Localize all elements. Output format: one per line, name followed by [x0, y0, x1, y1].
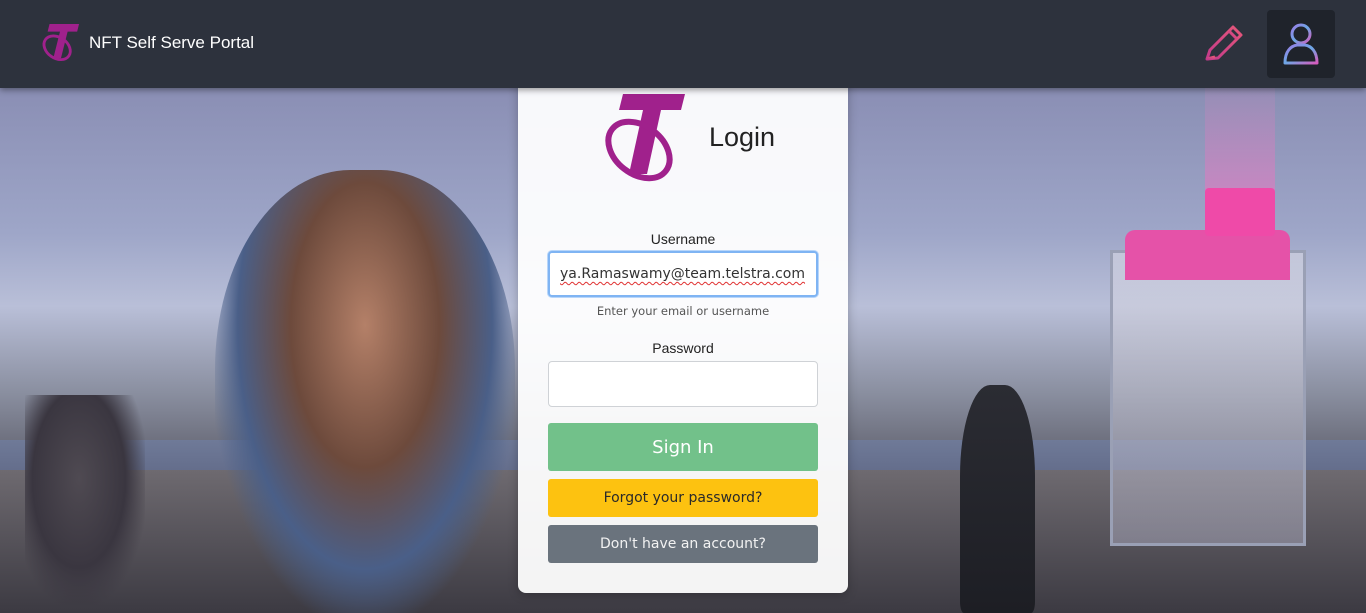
create-account-button[interactable]: Don't have an account? — [548, 525, 818, 563]
forgot-password-button[interactable]: Forgot your password? — [548, 479, 818, 517]
password-label: Password — [652, 340, 714, 356]
top-navbar: NFT Self Serve Portal — [0, 0, 1366, 88]
telstra-logo-icon — [42, 23, 80, 62]
username-hint: Enter your email or username — [596, 304, 770, 318]
background-man — [960, 385, 1035, 613]
username-value: ya.Ramaswamy@team.telstra.com — [560, 266, 806, 282]
background-wifi-sign — [1205, 188, 1275, 236]
background-booth-roof — [1125, 230, 1290, 280]
pencil-icon — [1205, 25, 1243, 61]
telstra-logo-icon — [605, 94, 685, 182]
login-title: Login — [709, 122, 776, 152]
user-profile-button[interactable] — [1267, 10, 1335, 78]
background-woman — [215, 170, 515, 613]
user-icon — [1283, 23, 1319, 65]
background-cyclist — [25, 395, 145, 605]
username-field[interactable]: ya.Ramaswamy@team.telstra.com — [548, 251, 818, 297]
portal-title: NFT Self Serve Portal — [89, 33, 255, 52]
username-label: Username — [650, 231, 716, 247]
brand[interactable]: NFT Self Serve Portal — [40, 20, 254, 66]
edit-button[interactable] — [1200, 22, 1246, 66]
sign-in-button[interactable]: Sign In — [548, 423, 818, 471]
background-phone-booth — [1110, 250, 1306, 546]
login-card: Login Username ya.Ramaswamy@team.telstra… — [518, 52, 848, 593]
password-field[interactable] — [548, 361, 818, 407]
